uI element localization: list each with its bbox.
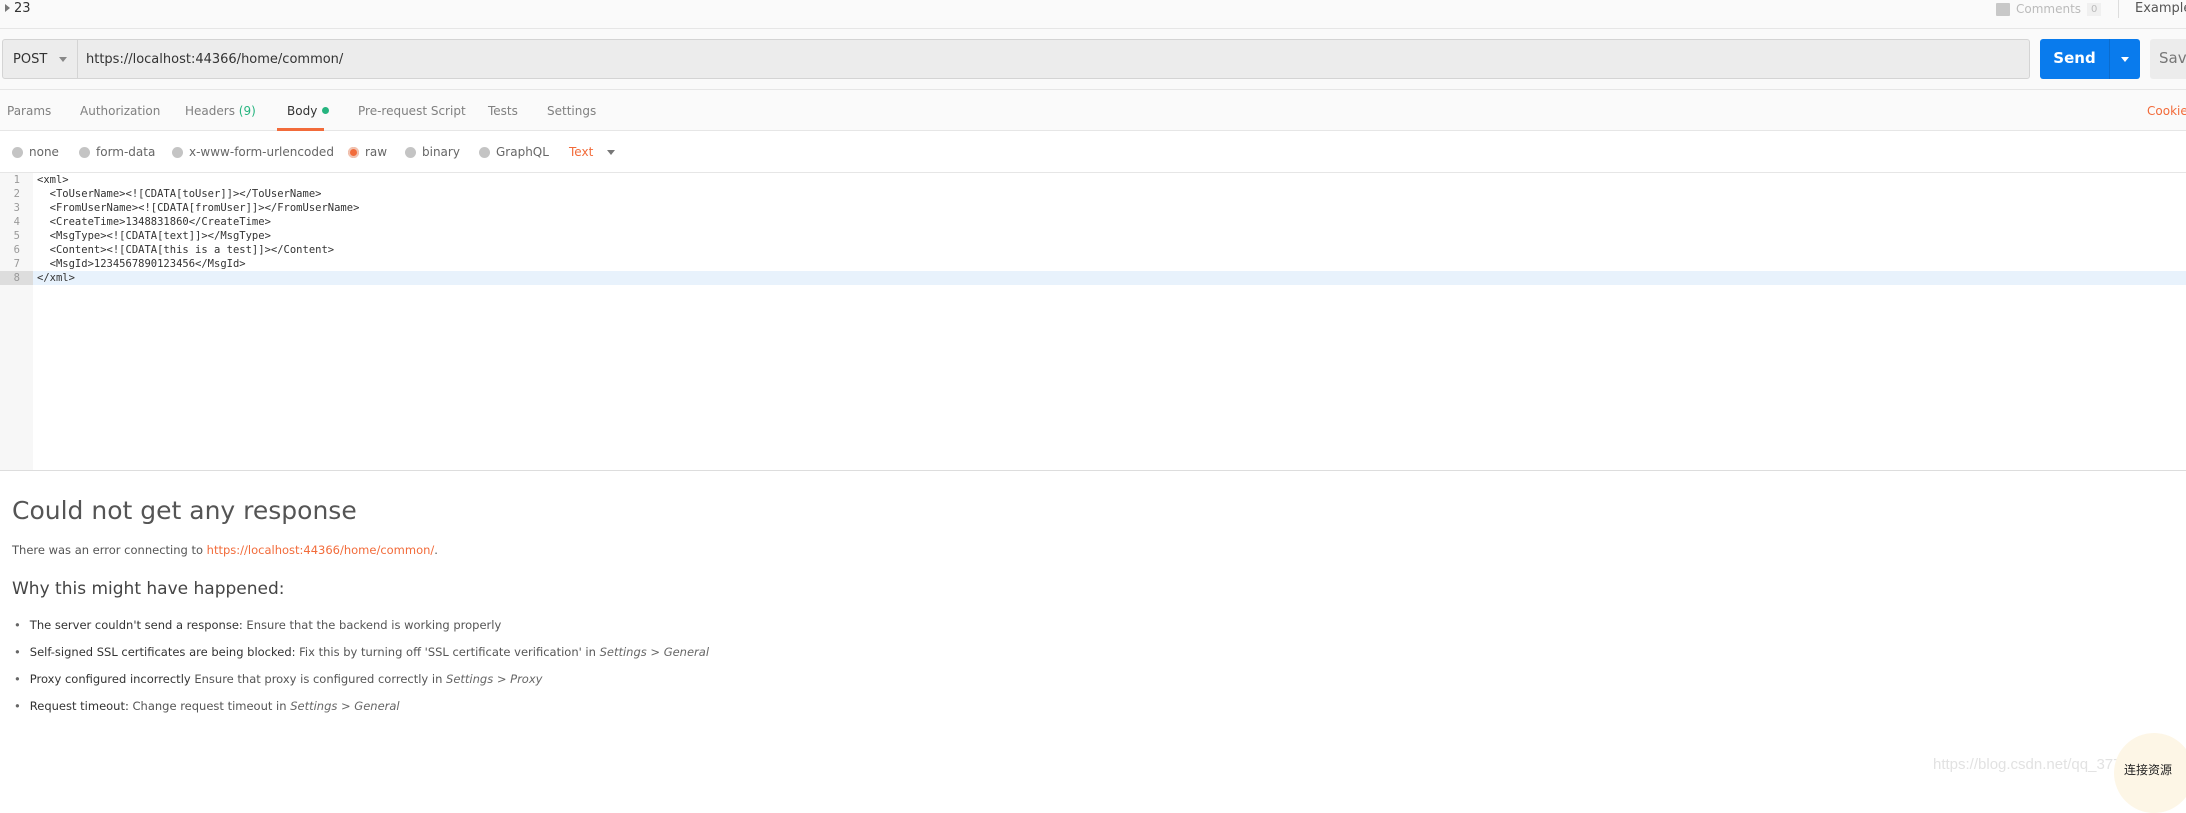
radio-icon <box>172 146 183 158</box>
count: 23 <box>14 1 31 16</box>
radio-label: form-data <box>96 145 156 159</box>
reason-item: Self-signed SSL certificates are being b… <box>14 645 709 659</box>
code-line: 1 <xml> <box>13 174 69 186</box>
tab-params[interactable]: Params <box>7 104 51 118</box>
comments-count: 0 <box>2087 2 2102 16</box>
request-tabs: Params Authorization Headers (9) Body Pr… <box>0 90 2186 131</box>
headers-count: (9) <box>238 104 256 118</box>
send-options-dropdown[interactable] <box>2110 39 2140 79</box>
send-button[interactable]: Send <box>2040 39 2140 79</box>
reason-item: The server couldn't send a response: Ens… <box>14 618 501 632</box>
radio-label: GraphQL <box>496 145 549 159</box>
radio-label: x-www-form-urlencoded <box>189 145 334 159</box>
radio-binary[interactable]: binary <box>405 145 460 159</box>
radio-label: binary <box>422 145 460 159</box>
tab-authorization[interactable]: Authorization <box>80 104 160 118</box>
tab-pre-request-script[interactable]: Pre-request Script <box>358 104 466 118</box>
radio-graphql[interactable]: GraphQL <box>479 145 549 159</box>
tab-tests[interactable]: Tests <box>488 104 518 118</box>
tab-headers[interactable]: Headers (9) <box>185 104 256 118</box>
code-line: 6 <Content><![CDATA[this is a test]]></C… <box>13 244 335 256</box>
divider <box>2118 0 2119 18</box>
comments-label: Comments <box>2016 2 2082 16</box>
method-value: POST <box>13 52 48 67</box>
radio-x-www-form-urlencoded[interactable]: x-www-form-urlencoded <box>172 145 334 159</box>
reason-item: Proxy configured incorrectly Ensure that… <box>14 672 543 686</box>
error-url-link[interactable]: https://localhost:44366/home/common/ <box>207 543 435 557</box>
radio-icon <box>405 146 416 158</box>
response-title: Could not get any response <box>12 496 357 525</box>
radio-label: raw <box>365 145 388 159</box>
send-label[interactable]: Send <box>2040 39 2110 79</box>
method-select[interactable]: POST <box>2 39 78 79</box>
code-line: 2 <ToUserName><![CDATA[toUser]]></ToUser… <box>13 188 322 200</box>
status-dot-icon <box>322 107 330 114</box>
radio-selected-icon <box>348 146 359 158</box>
request-bar: POST https://localhost:44366/home/common… <box>0 29 2186 90</box>
error-message: There was an error connecting to https:/… <box>12 543 438 557</box>
code-line: 3 <FromUserName><![CDATA[fromUser]]></Fr… <box>13 202 360 214</box>
comments-button[interactable]: Comments 0 <box>1996 2 2102 16</box>
radio-none[interactable]: none <box>12 145 59 159</box>
tab-settings[interactable]: Settings <box>547 104 596 118</box>
radio-raw[interactable]: raw <box>348 145 387 159</box>
radio-icon <box>12 146 23 158</box>
why-heading: Why this might have happened: <box>12 579 285 599</box>
url-input[interactable]: https://localhost:44366/home/common/ <box>77 39 2030 79</box>
top-bar: 23 Comments 0 Examples <box>0 0 2186 29</box>
comment-icon <box>1996 2 2010 16</box>
raw-type-select[interactable]: Text <box>569 145 593 159</box>
tab-body[interactable]: Body <box>287 104 330 118</box>
save-button[interactable]: Save <box>2150 39 2186 79</box>
chevron-down-icon <box>59 57 67 62</box>
chevron-down-icon[interactable] <box>607 150 615 155</box>
radio-icon <box>479 146 490 158</box>
code-line: 4 <CreateTime>1348831860</CreateTime> <box>13 216 271 228</box>
code-line: 7 <MsgId>1234567890123456</MsgId> <box>13 258 246 270</box>
body-editor[interactable]: 1 <xml> 2 <ToUserName><![CDATA[toUser]]><… <box>0 172 2186 471</box>
reason-item: Request timeout: Change request timeout … <box>14 699 400 713</box>
radio-label: none <box>29 145 59 159</box>
tab-label: Body <box>287 104 318 118</box>
code-line: 5 <MsgType><![CDATA[text]]></MsgType> <box>13 230 271 242</box>
radio-icon <box>79 146 90 158</box>
collection-toggle[interactable]: 23 <box>5 1 31 16</box>
response-panel: Could not get any response There was an … <box>0 472 2186 784</box>
body-type-options: none form-data x-www-form-urlencoded raw… <box>0 131 2186 171</box>
tab-label: Headers <box>185 104 235 118</box>
radio-form-data[interactable]: form-data <box>79 145 155 159</box>
caret-right-icon <box>5 4 10 12</box>
code-line-current: 8 </xml> <box>0 271 2186 285</box>
examples-button[interactable]: Examples <box>2135 1 2186 16</box>
cookies-link[interactable]: Cookies <box>2147 104 2186 118</box>
float-button[interactable]: 连接资源 <box>2114 733 2186 813</box>
